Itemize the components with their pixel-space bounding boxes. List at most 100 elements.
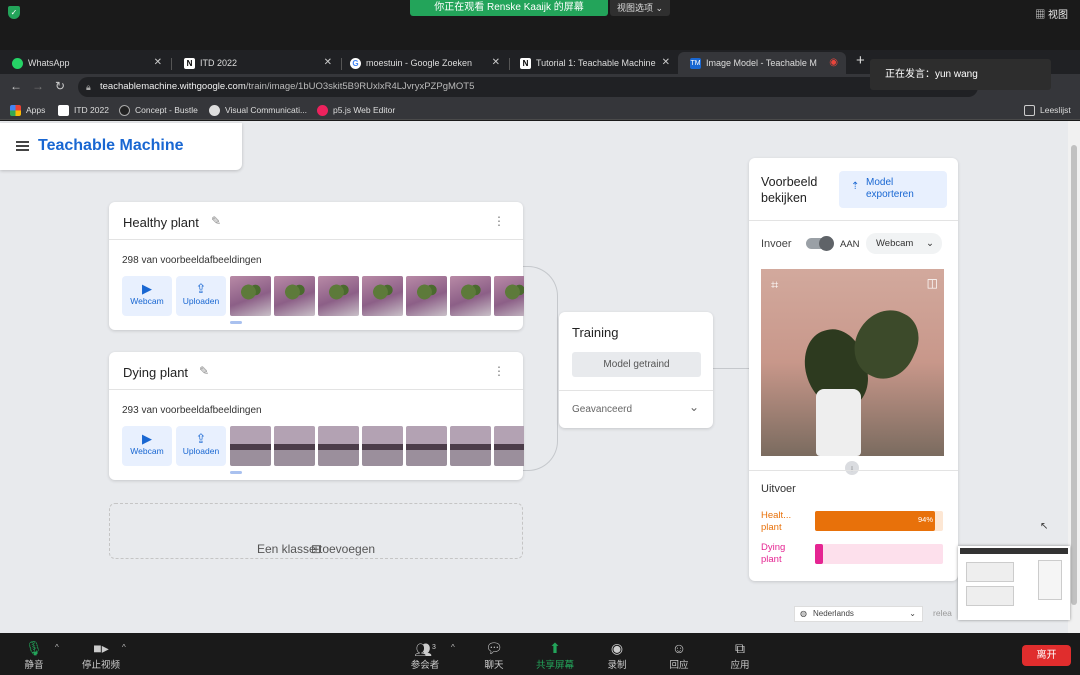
forward-icon[interactable]: → bbox=[32, 79, 44, 93]
app-header: Teachable Machine bbox=[0, 123, 242, 170]
sample-thumbnail[interactable] bbox=[406, 276, 447, 316]
hamburger-menu-icon[interactable] bbox=[16, 141, 29, 151]
add-class-button[interactable]: ⊞ Een klasse toevoegen bbox=[109, 503, 523, 559]
chevron-down-icon[interactable]: ⌄ bbox=[689, 400, 699, 414]
close-icon[interactable]: ✕ bbox=[154, 52, 162, 74]
reload-icon[interactable]: ↻ bbox=[55, 79, 65, 93]
zoom-toolbar: 🎙︎ 静音 ^ ■▸ 停止视频 ^ 👥︎3 参会者 ^ 💬︎ 聊天 ⬆ 共享屏幕 ◉ 录制 … bbox=[0, 633, 1080, 675]
chevron-up-icon[interactable]: ^ bbox=[122, 643, 126, 652]
apps-button[interactable]: ⧉ 应用 bbox=[715, 639, 765, 671]
webcam-image-part bbox=[816, 389, 861, 456]
scrollbar-thumb[interactable] bbox=[1071, 145, 1077, 605]
language-select[interactable]: ◍ Nederlands ⌄ bbox=[794, 606, 923, 622]
chevron-up-icon[interactable]: ^ bbox=[451, 643, 455, 652]
flip-icon[interactable]: ◫ bbox=[927, 276, 938, 290]
export-label: Model bbox=[866, 177, 894, 188]
mute-button[interactable]: 🎙︎ 静音 bbox=[9, 639, 59, 671]
sample-thumbnail[interactable] bbox=[230, 426, 271, 466]
apps-grid-icon bbox=[10, 105, 21, 116]
class-name[interactable]: Dying plant bbox=[123, 365, 188, 380]
sample-thumbnail[interactable] bbox=[274, 276, 315, 316]
active-speaker-popup: 正在发言：yun wang bbox=[870, 59, 1051, 90]
tab-label: WhatsApp bbox=[28, 58, 70, 68]
input-toggle[interactable] bbox=[806, 236, 834, 251]
bookmark-p5js[interactable]: p5.js Web Editor bbox=[317, 103, 395, 117]
export-model-button[interactable]: ⇡ Model exporteren bbox=[839, 171, 947, 208]
bookmark-apps[interactable]: Apps bbox=[10, 103, 45, 117]
tab-image-model[interactable]: TM Image Model - Teachable M ◉ bbox=[678, 52, 846, 74]
sample-thumbnail[interactable] bbox=[274, 426, 315, 466]
view-button[interactable]: ▦ 视图 bbox=[1035, 6, 1068, 21]
stop-video-button[interactable]: ■▸ 停止视频 bbox=[76, 639, 126, 671]
self-view-thumbnail[interactable] bbox=[958, 546, 1070, 620]
thumbnail-content bbox=[960, 548, 1068, 554]
connector-line bbox=[523, 371, 558, 471]
upload-button[interactable]: ⇪ Uploaden bbox=[176, 276, 226, 316]
leave-button[interactable]: 离开 bbox=[1022, 645, 1071, 666]
bookmark-itd[interactable]: ITD 2022 bbox=[58, 103, 109, 117]
webcam-button[interactable]: ▶ Webcam bbox=[122, 426, 172, 466]
teachable-machine-page: Teachable Machine Healthy plant ✎ ⋮ 298 … bbox=[0, 121, 1068, 633]
close-icon[interactable]: ✕ bbox=[662, 52, 670, 74]
share-screen-icon: ⬆ bbox=[549, 640, 561, 656]
sample-thumbnail[interactable] bbox=[362, 276, 403, 316]
chat-label: 聊天 bbox=[484, 660, 504, 671]
language-value: Nederlands bbox=[813, 609, 854, 618]
chat-button[interactable]: 💬︎ 聊天 bbox=[469, 639, 519, 671]
url-input[interactable]: 🔒︎ teachablemachine.withgoogle.com/train… bbox=[78, 77, 978, 97]
shield-icon: ✓ bbox=[8, 6, 20, 19]
advanced-toggle[interactable]: Geavanceerd bbox=[572, 404, 632, 415]
reading-list[interactable]: Leeslijst bbox=[1024, 103, 1071, 117]
release-notes-link[interactable]: relea bbox=[933, 608, 952, 618]
reading-list-label: Leeslijst bbox=[1040, 105, 1071, 115]
share-screen-button[interactable]: ⬆ 共享屏幕 bbox=[530, 639, 580, 671]
tab-tutorial[interactable]: N Tutorial 1: Teachable Machine ✕ bbox=[508, 52, 678, 74]
apps-icon: ⧉ bbox=[735, 640, 745, 656]
chevron-up-icon[interactable]: ^ bbox=[55, 643, 59, 652]
pencil-icon[interactable]: ✎ bbox=[199, 364, 209, 378]
tab-whatsapp[interactable]: WhatsApp ✕ bbox=[0, 52, 170, 74]
more-options-icon[interactable]: ⋮ bbox=[493, 364, 505, 378]
tab-itd-2022[interactable]: N ITD 2022 ✕ bbox=[172, 52, 340, 74]
reactions-button[interactable]: ☺ 回应 bbox=[654, 639, 704, 671]
bustle-icon bbox=[119, 105, 130, 116]
divider bbox=[749, 220, 958, 221]
more-options-icon[interactable]: ⋮ bbox=[493, 214, 505, 228]
bookmark-concept[interactable]: Concept - Bustle bbox=[119, 103, 198, 117]
mute-label: 静音 bbox=[24, 660, 44, 671]
sample-thumbnail[interactable] bbox=[318, 276, 359, 316]
class-name[interactable]: Healthy plant bbox=[123, 215, 199, 230]
bookmark-visual[interactable]: Visual Communicati... bbox=[209, 103, 307, 117]
participants-button[interactable]: 👥︎3 参会者 bbox=[400, 639, 450, 671]
sample-thumbnail[interactable] bbox=[406, 426, 447, 466]
class-card-dying: Dying plant ✎ ⋮ 293 van voorbeeldafbeeld… bbox=[109, 352, 524, 480]
tab-label: moestuin - Google Zoeken bbox=[366, 58, 473, 68]
output-class-label: Dying plant bbox=[761, 542, 785, 566]
crop-icon[interactable]: ⌗ bbox=[771, 277, 778, 293]
tab-google-search[interactable]: G moestuin - Google Zoeken ✕ bbox=[338, 52, 508, 74]
sample-thumbnail[interactable] bbox=[494, 276, 524, 316]
webcam-button[interactable]: ▶ Webcam bbox=[122, 276, 172, 316]
thumbnail-content bbox=[966, 586, 1014, 606]
upload-icon: ⇪ bbox=[195, 431, 207, 446]
output-class-label: Healt... plant bbox=[761, 510, 791, 534]
app-title: Teachable Machine bbox=[38, 137, 184, 154]
new-tab-button[interactable]: + bbox=[856, 52, 865, 69]
notion-icon: N bbox=[184, 58, 195, 69]
connector-line bbox=[523, 266, 558, 376]
sample-thumbnail[interactable] bbox=[450, 276, 491, 316]
close-icon[interactable]: ✕ bbox=[324, 52, 332, 74]
back-icon[interactable]: ← bbox=[10, 79, 22, 93]
sample-thumbnail[interactable] bbox=[230, 276, 271, 316]
sample-thumbnail[interactable] bbox=[362, 426, 403, 466]
sample-thumbnail[interactable] bbox=[494, 426, 524, 466]
source-select[interactable]: Webcam ⌄ bbox=[866, 233, 942, 254]
train-model-button[interactable]: Model getraind bbox=[572, 352, 701, 377]
sample-thumbnail[interactable] bbox=[318, 426, 359, 466]
sample-thumbnail[interactable] bbox=[450, 426, 491, 466]
close-icon[interactable]: ✕ bbox=[492, 52, 500, 74]
record-button[interactable]: ◉ 录制 bbox=[592, 639, 642, 671]
pencil-icon[interactable]: ✎ bbox=[211, 214, 221, 228]
view-options-button[interactable]: 视图选项 ⌄ bbox=[610, 0, 670, 16]
upload-button[interactable]: ⇪ Uploaden bbox=[176, 426, 226, 466]
